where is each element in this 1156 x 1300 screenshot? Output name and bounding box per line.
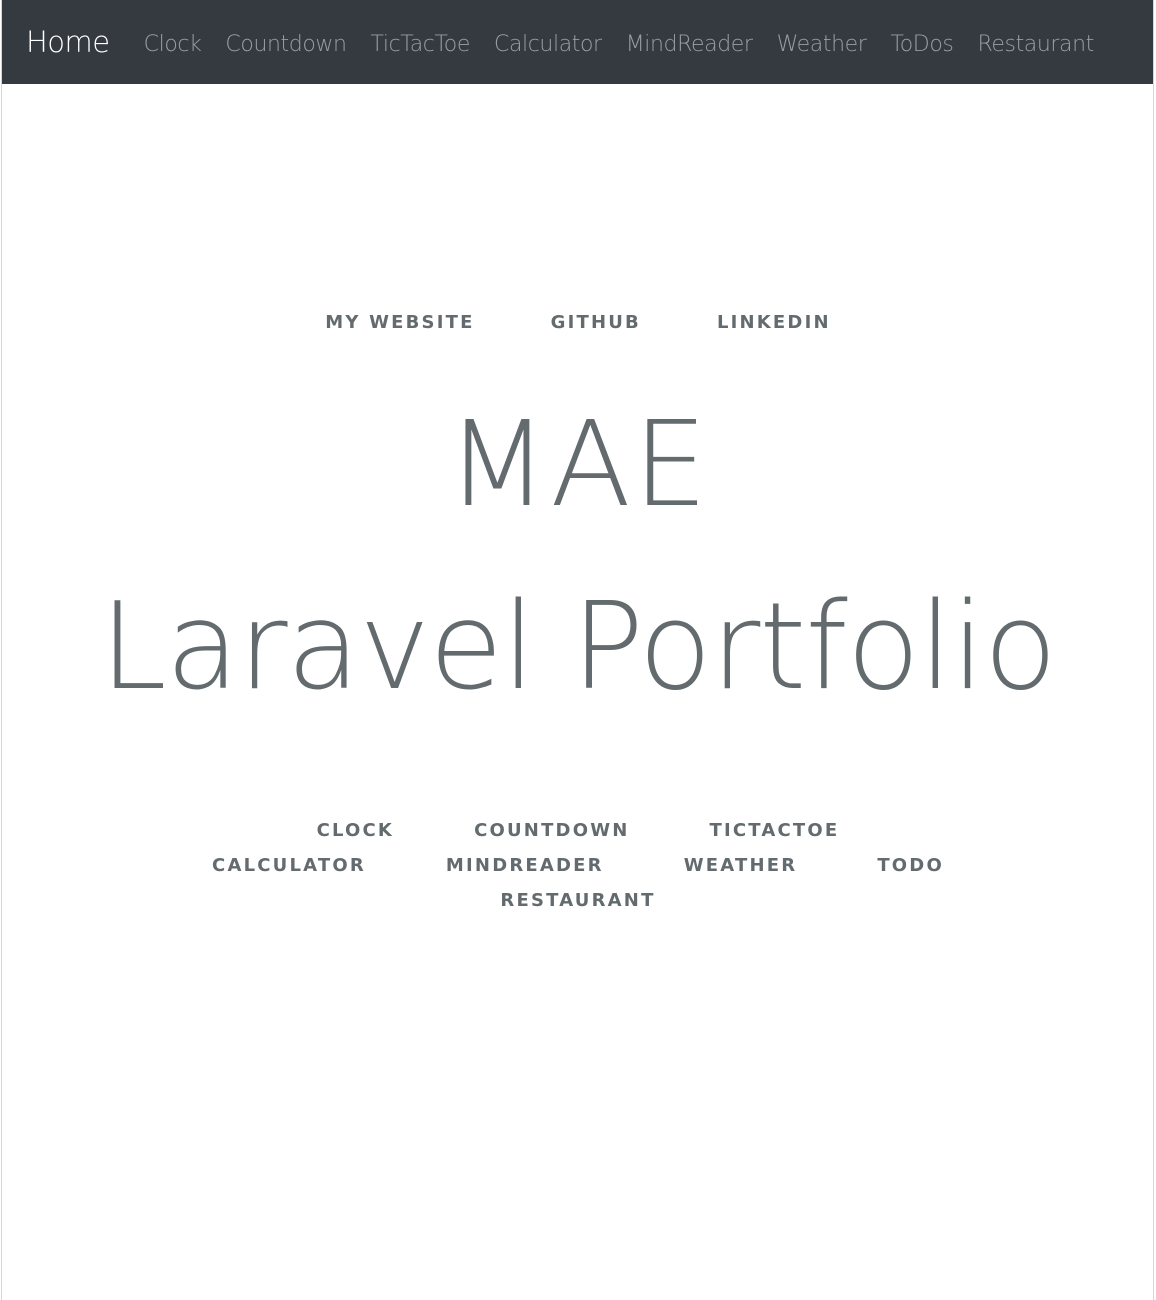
github-link[interactable]: GitHub	[513, 312, 679, 333]
my-website-link[interactable]: My Website	[287, 312, 512, 333]
app-link-countdown[interactable]: Countdown	[434, 820, 669, 841]
nav-links: Clock Countdown TicTacToe Calculator Min…	[144, 28, 1118, 57]
app-link-clock[interactable]: Clock	[277, 820, 435, 841]
app-link-tictactoe[interactable]: TicTacToe	[670, 820, 880, 841]
app-link-weather[interactable]: Weather	[644, 855, 838, 876]
app-link-restaurant[interactable]: Restaurant	[460, 890, 695, 911]
nav-link-tictactoe[interactable]: TicTacToe	[371, 32, 471, 57]
top-navbar: Home Clock Countdown TicTacToe Calculato…	[2, 0, 1153, 84]
nav-link-restaurant[interactable]: Restaurant	[977, 32, 1094, 57]
page-title-initials: MAE	[446, 395, 710, 533]
app-link-calculator[interactable]: Calculator	[172, 855, 406, 876]
nav-brand-home[interactable]: Home	[26, 25, 110, 59]
nav-link-mindreader[interactable]: MindReader	[626, 32, 753, 57]
app-link-mindreader[interactable]: MindReader	[406, 855, 644, 876]
nav-link-clock[interactable]: Clock	[144, 32, 202, 57]
nav-link-todos[interactable]: ToDos	[890, 32, 953, 57]
nav-link-calculator[interactable]: Calculator	[494, 32, 602, 57]
linkedin-link[interactable]: LinkedIn	[679, 312, 869, 333]
nav-link-weather[interactable]: Weather	[777, 32, 867, 57]
page-title: Laravel Portfolio	[99, 578, 1057, 717]
profile-links: My Website GitHub LinkedIn	[0, 312, 1156, 333]
app-link-todo[interactable]: ToDo	[837, 855, 984, 876]
app-links: Clock Countdown TicTacToe Calculator Min…	[170, 820, 986, 911]
nav-link-countdown[interactable]: Countdown	[225, 32, 347, 57]
